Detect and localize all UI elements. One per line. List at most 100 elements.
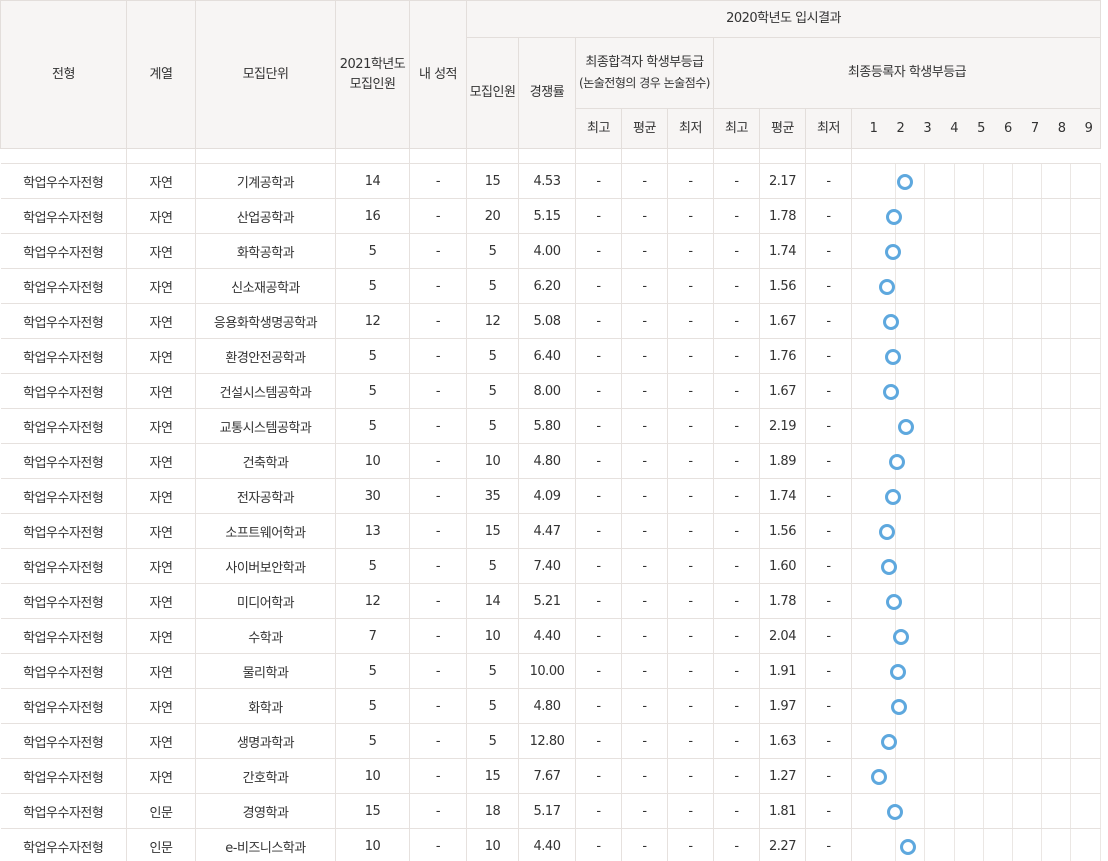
grade-gridline [1012, 689, 1013, 723]
cell-ratio: 4.00 [518, 233, 576, 269]
grade-gridline [1041, 164, 1043, 198]
grade-gridline [953, 409, 955, 443]
grade-gridline [924, 479, 926, 513]
grade-gridline [924, 549, 926, 583]
header-ratio: 경쟁률 [518, 37, 576, 149]
cell-field: 인문 [126, 828, 196, 861]
grade-gridline [1012, 619, 1013, 653]
cell-ratio: 4.47 [518, 513, 576, 549]
cell-type: 학업우수자전형 [0, 478, 127, 514]
cell-reg-min: - [805, 653, 852, 689]
grade-dot-marker [870, 769, 887, 785]
cell-ratio: 6.20 [518, 268, 576, 304]
grade-gridline [1012, 339, 1013, 373]
cell-ratio: 5.17 [518, 793, 576, 829]
grade-gridline [1070, 339, 1072, 373]
cell-type: 학업우수자전형 [0, 233, 127, 269]
cell-pass-max: - [575, 513, 622, 549]
cell-reg-avg: 2.04 [759, 618, 806, 654]
cell-type: 학업우수자전형 [0, 548, 127, 584]
grade-gridline [982, 829, 984, 861]
cell-2021-recruit: 5 [335, 338, 410, 374]
cell-2021-recruit: 5 [335, 233, 410, 269]
cell-pass-avg: - [621, 198, 668, 234]
grade-gridline [1012, 164, 1013, 198]
cell-pass-max: - [575, 338, 622, 374]
grade-gridline [1070, 409, 1072, 443]
cell-2021-recruit: 5 [335, 723, 410, 759]
table-header: 전형 계열 모집단위 2021학년도 모집인원 내 성적 2020학년도 입시결… [0, 0, 1102, 149]
grade-label: 3 [923, 120, 932, 136]
grade-gridline [982, 339, 984, 373]
header-final-pass-line2: (논술전형의 경우 논술점수) [579, 76, 710, 90]
cell-reg-avg: 1.56 [759, 268, 806, 304]
grade-gridline [1099, 479, 1101, 513]
cell-reg-max: - [713, 268, 760, 304]
grade-gridline [1099, 339, 1101, 373]
cell-pass-max: - [575, 233, 622, 269]
cell-reg-min: - [805, 408, 852, 444]
cell-unit: 사이버보안학과 [195, 548, 336, 584]
grade-gridline [1099, 514, 1101, 548]
cell-pass-avg: - [621, 618, 668, 654]
table-row: 학업우수자전형 자연 사이버보안학과 5-5 7.40- - - -1.60- [0, 548, 1101, 584]
grade-gridline [982, 199, 984, 233]
grade-scale-cell [850, 513, 1101, 549]
grade-gridline [982, 479, 984, 513]
grade-scale-cell [850, 233, 1101, 269]
grade-gridline [1070, 759, 1072, 793]
cell-pass-min: - [667, 233, 714, 269]
cell-pass-avg: - [621, 303, 668, 339]
grade-scale-cell [850, 758, 1101, 794]
cell-pass-avg: - [621, 828, 668, 861]
cell-pass-max: - [575, 688, 622, 724]
grade-gridline [1099, 409, 1101, 443]
cell-2020-recruit: 15 [466, 513, 519, 549]
grade-scale-cell [850, 688, 1101, 724]
cell-reg-avg: 1.74 [759, 233, 806, 269]
cell-pass-max: - [575, 583, 622, 619]
cell-reg-max: - [713, 478, 760, 514]
cell-2021-recruit: 30 [335, 478, 410, 514]
cell-unit: 소프트웨어학과 [195, 513, 336, 549]
cell-2021-recruit: 5 [335, 548, 410, 584]
cell-2020-recruit: 15 [466, 163, 519, 199]
grade-gridline [1099, 269, 1101, 303]
grade-scale-cell [850, 268, 1101, 304]
cell-reg-min: - [805, 583, 852, 619]
cell-unit: 생명과학과 [195, 723, 336, 759]
grade-gridline [1041, 409, 1043, 443]
cell-2020-recruit: 10 [466, 618, 519, 654]
grade-gridline [982, 444, 984, 478]
cell-my-grade: - [409, 373, 467, 409]
cell-pass-avg: - [621, 653, 668, 689]
grade-label: 8 [1057, 120, 1066, 136]
grade-gridline [953, 794, 955, 828]
grade-scale-cell [850, 583, 1101, 619]
cell-reg-avg: 1.60 [759, 548, 806, 584]
cell-pass-min: - [667, 758, 714, 794]
grade-gridline [982, 374, 984, 408]
cell-pass-min: - [667, 828, 714, 861]
grade-gridline [982, 164, 984, 198]
grade-gridline [982, 619, 984, 653]
table-row: 학업우수자전형 자연 건축학과 10-10 4.80- - - -1.89- [0, 443, 1101, 479]
header-2020-results: 2020학년도 입시결과 [465, 0, 1102, 38]
grade-gridline [924, 619, 926, 653]
cell-pass-min: - [667, 513, 714, 549]
cell-reg-min: - [805, 163, 852, 199]
grade-gridline [924, 689, 926, 723]
grade-gridline [1041, 479, 1043, 513]
cell-unit: 간호학과 [195, 758, 336, 794]
cell-ratio: 4.40 [518, 618, 576, 654]
grade-gridline [924, 269, 926, 303]
grade-gridline [1070, 689, 1072, 723]
cell-reg-avg: 1.67 [759, 373, 806, 409]
header-2021-line2: 모집인원 [349, 76, 396, 92]
cell-2020-recruit: 10 [466, 828, 519, 861]
cell-reg-avg: 1.76 [759, 338, 806, 374]
cell-type: 학업우수자전형 [0, 373, 127, 409]
cell-pass-avg: - [621, 513, 668, 549]
grade-gridline [1012, 584, 1013, 618]
table-row: 학업우수자전형 자연 생명과학과 5-5 12.80- - - -1.63- [0, 723, 1101, 759]
